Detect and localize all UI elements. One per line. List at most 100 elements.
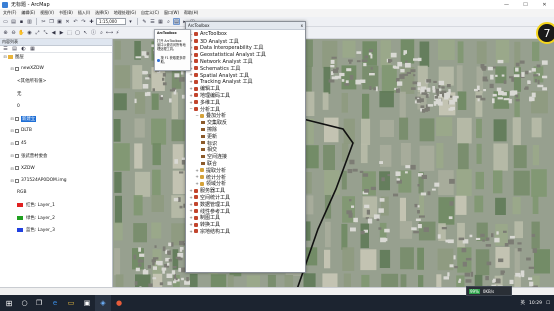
input-language[interactable]: 英	[520, 300, 525, 306]
menu-insert[interactable]: 插入(I)	[78, 10, 90, 16]
undo-icon[interactable]: ↶	[72, 18, 79, 25]
toc-blue[interactable]: 蓝色: Layer_3	[17, 227, 55, 234]
menu-bookmarks[interactable]: 书签(B)	[59, 10, 73, 16]
select-features-icon[interactable]: ⬚	[66, 29, 73, 36]
toc-img[interactable]: ⊟ 371524AP0DOM.img	[10, 177, 66, 184]
arcmap-taskbar-icon[interactable]: ◈	[95, 295, 111, 311]
fixed-zoom-in-icon[interactable]: ⤢	[34, 29, 41, 36]
close-icon[interactable]: x	[301, 23, 303, 28]
minimize-button[interactable]: —	[497, 0, 516, 9]
maximize-button[interactable]: ☐	[516, 0, 535, 9]
expand-icon[interactable]: +	[189, 93, 193, 98]
forward-extent-icon[interactable]: ▶	[58, 29, 65, 36]
menu-customize[interactable]: 自定义(C)	[141, 10, 159, 16]
new-icon[interactable]: ▭	[2, 18, 9, 25]
hyperlink-icon[interactable]: ⚡	[114, 29, 121, 36]
zoom-out-icon[interactable]: ⊖	[10, 29, 17, 36]
fixed-zoom-out-icon[interactable]: ⤡	[42, 29, 49, 36]
menu-view[interactable]: 视图(V)	[40, 10, 54, 16]
expand-collapse-icon[interactable]: ⊟	[10, 66, 14, 71]
list-by-drawing-order-icon[interactable]: ☰	[2, 46, 9, 53]
select-elements-icon[interactable]: ↖	[82, 29, 89, 36]
expand-icon[interactable]: +	[195, 168, 199, 173]
menu-windows[interactable]: 窗口(W)	[164, 10, 179, 16]
notification-icon[interactable]: ☐	[546, 301, 550, 306]
copy-icon[interactable]: ❐	[48, 18, 55, 25]
list-by-source-icon[interactable]: ▤	[11, 46, 18, 53]
toc-rgb[interactable]: RGB	[17, 189, 26, 196]
expand-icon[interactable]: +	[189, 195, 193, 200]
list-by-selection-icon[interactable]: ▦	[29, 46, 36, 53]
imagery-map[interactable]	[113, 39, 554, 295]
expand-icon[interactable]: +	[189, 202, 193, 207]
layer-visibility-checkbox[interactable]	[15, 166, 19, 171]
cut-icon[interactable]: ✂	[40, 18, 47, 25]
paste-icon[interactable]: ▣	[56, 18, 63, 25]
toolbox-item[interactable]: + 宗地结构工具	[189, 228, 230, 235]
toc-n45[interactable]: ⊟ 45	[10, 140, 26, 147]
toc-green[interactable]: 绿色: Layer_2	[17, 214, 55, 221]
layer-visibility-checkbox[interactable]	[15, 178, 19, 183]
expand-collapse-icon[interactable]: ⊟	[10, 116, 14, 121]
store-icon[interactable]: ▣	[79, 295, 95, 311]
close-button[interactable]: ✕	[535, 0, 554, 9]
dropdown-arrow-icon[interactable]: ▾	[127, 18, 134, 25]
file-explorer-icon[interactable]: ▭	[63, 295, 79, 311]
clear-selection-icon[interactable]: ▢	[74, 29, 81, 36]
delete-icon[interactable]: ✕	[64, 18, 71, 25]
expand-icon[interactable]: +	[189, 72, 193, 77]
expand-collapse-icon[interactable]: ⊟	[10, 153, 14, 158]
layer-visibility-checkbox[interactable]	[15, 128, 19, 133]
layer-visibility-checkbox[interactable]	[15, 153, 19, 158]
expand-collapse-icon[interactable]: ⊟	[3, 54, 7, 59]
toc-xjtb[interactable]: ⊟ 新建立	[10, 115, 37, 122]
pan-icon[interactable]: ✋	[18, 29, 25, 36]
full-extent-icon[interactable]: ◉	[26, 29, 33, 36]
search-button[interactable]: ○	[18, 295, 31, 311]
menu-edit[interactable]: 编辑(E)	[21, 10, 35, 16]
arctoolbox-icon[interactable]: ▤	[173, 18, 180, 25]
expand-icon[interactable]: +	[189, 188, 193, 193]
clock[interactable]: 10:29	[529, 301, 542, 306]
map-view[interactable]	[113, 39, 554, 295]
menu-file[interactable]: 文件(F)	[3, 10, 16, 16]
toc-yes[interactable]: 无	[17, 90, 21, 97]
expand-icon[interactable]: +	[195, 174, 199, 179]
edge-browser-icon[interactable]: e	[47, 295, 63, 311]
save-icon[interactable]: ▪	[18, 18, 25, 25]
layer-visibility-checkbox[interactable]	[15, 116, 19, 121]
expand-icon[interactable]: +	[189, 222, 193, 227]
menu-geoprocessing[interactable]: 地理处理(G)	[114, 10, 136, 16]
expand-collapse-icon[interactable]: ⊟	[10, 166, 14, 171]
start-button[interactable]: ⊞	[0, 295, 18, 311]
expand-icon[interactable]: +	[195, 181, 199, 186]
toc-red[interactable]: 红色: Layer_1	[17, 202, 55, 209]
expand-icon[interactable]: +	[189, 229, 193, 234]
zoom-in-icon[interactable]: ⊕	[2, 29, 9, 36]
measure-icon[interactable]: ⟷	[106, 29, 113, 36]
expand-collapse-icon[interactable]: ⊟	[10, 128, 14, 133]
table-of-contents-icon[interactable]: ☰	[149, 18, 156, 25]
identify-icon[interactable]: ⓘ	[90, 29, 97, 36]
toc-xzdw[interactable]: ⊟ XZDW	[10, 165, 34, 172]
editor-toolbar-icon[interactable]: ✎	[141, 18, 148, 25]
search-window-icon[interactable]: ⌕	[165, 18, 172, 25]
toc-zero[interactable]: 0	[17, 103, 20, 110]
toc-newxzdw[interactable]: ⊟ newXZDW	[10, 65, 44, 72]
open-icon[interactable]: ▤	[10, 18, 17, 25]
redo-icon[interactable]: ↷	[80, 18, 87, 25]
toc-dltb[interactable]: ⊟ DLTB	[10, 127, 32, 134]
toolbox-item[interactable]: + Tracking Analyst 工具	[189, 78, 252, 85]
print-icon[interactable]: ▥	[26, 18, 33, 25]
expand-icon[interactable]: +	[189, 86, 193, 91]
back-extent-icon[interactable]: ◀	[50, 29, 57, 36]
toc-zhangwu[interactable]: ⊟ 张武营村委会	[10, 152, 47, 159]
collapse-icon[interactable]: −	[195, 113, 199, 118]
expand-icon[interactable]: +	[189, 208, 193, 213]
app-taskbar-icon[interactable]: ●	[111, 295, 127, 311]
expand-collapse-icon[interactable]: ⊟	[10, 178, 14, 183]
toc-layers[interactable]: ⊟ 图层	[3, 53, 23, 60]
expand-collapse-icon[interactable]: ⊟	[10, 141, 14, 146]
find-icon[interactable]: ⌕	[98, 29, 105, 36]
catalog-icon[interactable]: ▦	[157, 18, 164, 25]
